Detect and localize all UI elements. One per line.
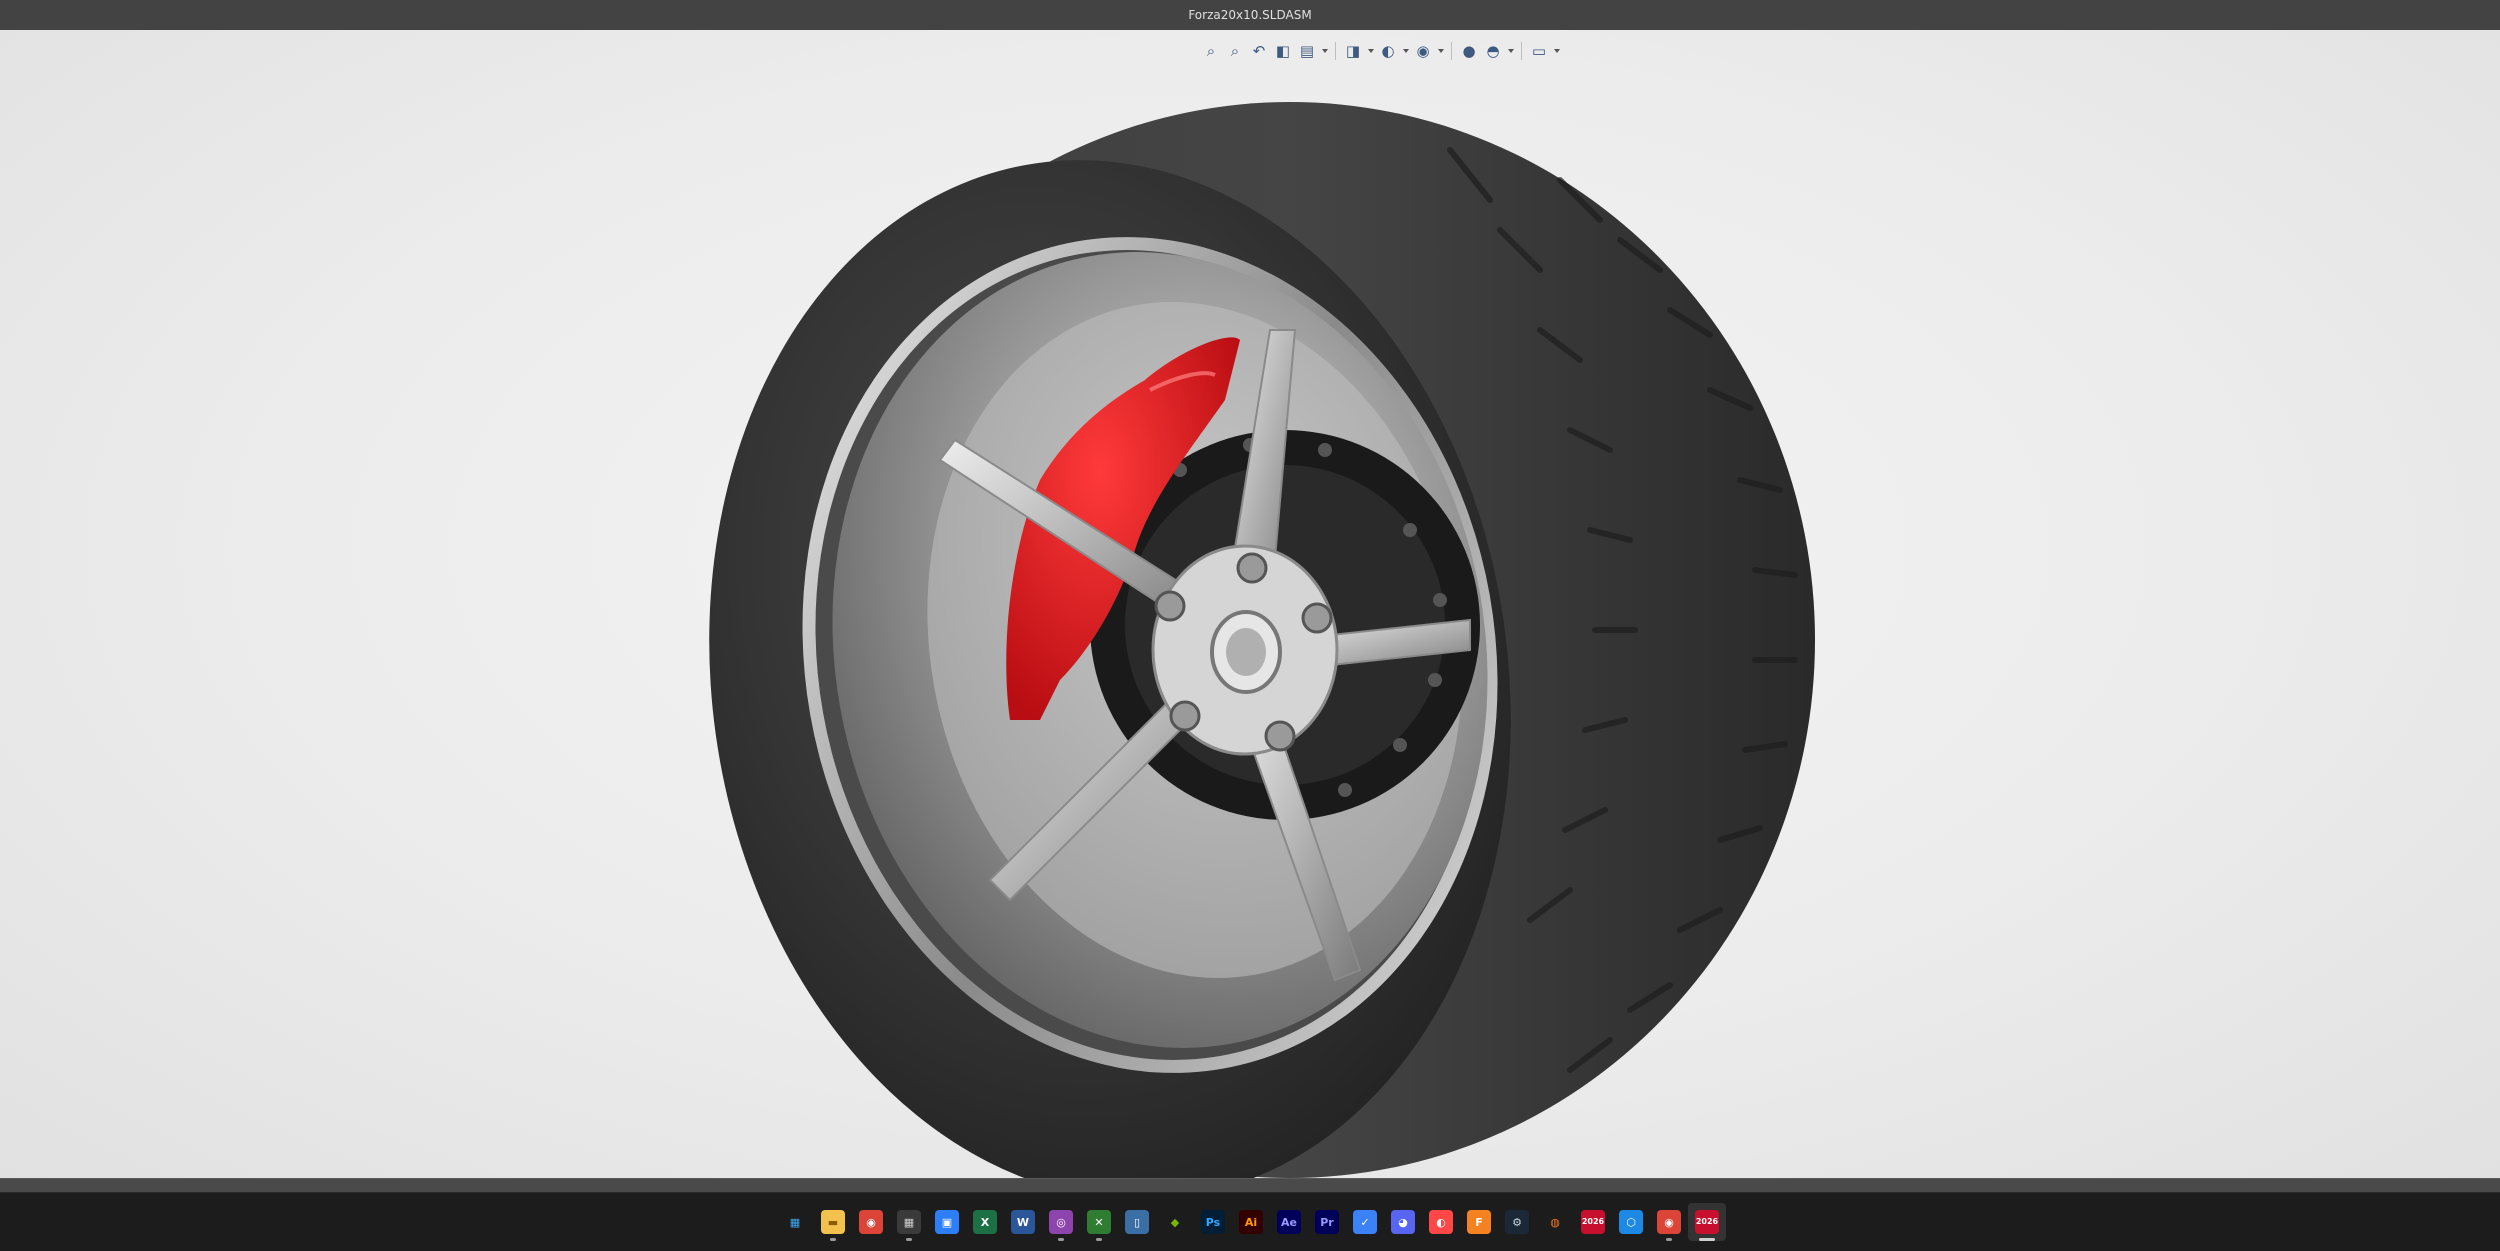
- dynamic-annotation-button[interactable]: ▤: [1296, 39, 1318, 63]
- start-taskbar-button[interactable]: ▦: [776, 1203, 814, 1241]
- view-orientation-icon: ◨: [1345, 42, 1361, 60]
- excel-taskbar-button[interactable]: X: [966, 1203, 1004, 1241]
- dropdown-caret-icon[interactable]: [1366, 39, 1375, 63]
- phone-link-taskbar-button[interactable]: ▯: [1118, 1203, 1156, 1241]
- blender-icon: ◍: [1543, 1210, 1567, 1234]
- dropdown-caret-icon[interactable]: [1552, 39, 1561, 63]
- dropdown-caret-icon[interactable]: [1401, 39, 1410, 63]
- nvidia-icon: ◆: [1163, 1210, 1187, 1234]
- xbox-icon: ✕: [1087, 1210, 1111, 1234]
- toolbar-separator: [1451, 42, 1452, 60]
- dropdown-caret-icon[interactable]: [1320, 39, 1329, 63]
- chrome-profile-taskbar-button[interactable]: ◉: [1650, 1203, 1688, 1241]
- zoom-to-fit-icon: ⌕: [1206, 42, 1216, 60]
- word-taskbar-button[interactable]: W: [1004, 1203, 1042, 1241]
- view-settings-button[interactable]: ▭: [1528, 39, 1550, 63]
- calculator-taskbar-button[interactable]: ▦: [890, 1203, 928, 1241]
- camera-app-icon: ◎: [1049, 1210, 1073, 1234]
- discord-icon: ◕: [1391, 1210, 1415, 1234]
- ea-app-icon: ◐: [1429, 1210, 1453, 1234]
- photoshop-taskbar-button[interactable]: Ps: [1194, 1203, 1232, 1241]
- illustrator-taskbar-button[interactable]: Ai: [1232, 1203, 1270, 1241]
- hide-show-items-icon: ◉: [1416, 42, 1430, 60]
- display-style-icon: ◐: [1381, 42, 1395, 60]
- view-settings-icon: ▭: [1531, 42, 1547, 60]
- steam-icon: ⚙: [1505, 1210, 1529, 1234]
- chrome-icon: ◉: [859, 1210, 883, 1234]
- illustrator-icon: Ai: [1239, 1210, 1263, 1234]
- fusion-taskbar-button[interactable]: F: [1460, 1203, 1498, 1241]
- solidworks-2026-taskbar-button[interactable]: 2026: [1574, 1203, 1612, 1241]
- windows-taskbar: ▦ ▬ ◉ ▦ ▣ X W ◎ ✕ ▯ ◆ Ps Ai Ae Pr ✓ ◕ ◐ F ⚙ ◍ 2026 ⬡ ◉ 2026: [0, 1192, 2500, 1251]
- edit-appearance-icon: ●: [1462, 42, 1476, 60]
- dropdown-caret-icon[interactable]: [1436, 39, 1445, 63]
- graphics-area[interactable]: ⌕ ⌕ ↶ ◧ ▤ ◨ ◐ ◉ ● ◓ ▭: [0, 30, 2500, 1178]
- premiere-taskbar-button[interactable]: Pr: [1308, 1203, 1346, 1241]
- phone-link-icon: ▯: [1125, 1210, 1149, 1234]
- apply-scene-button[interactable]: ◓: [1482, 39, 1504, 63]
- file-explorer-icon: ▬: [821, 1210, 845, 1234]
- solidworks-2026-running-taskbar-button[interactable]: 2026: [1688, 1203, 1726, 1241]
- mail-icon: ✓: [1353, 1210, 1377, 1234]
- view-orientation-button[interactable]: ◨: [1342, 39, 1364, 63]
- wheel-assembly-model[interactable]: [0, 30, 2500, 1178]
- zoom-to-fit-button[interactable]: ⌕: [1200, 39, 1222, 63]
- word-icon: W: [1011, 1210, 1035, 1234]
- store-icon: ▣: [935, 1210, 959, 1234]
- store-taskbar-button[interactable]: ▣: [928, 1203, 966, 1241]
- file-explorer-taskbar-button[interactable]: ▬: [814, 1203, 852, 1241]
- display-style-button[interactable]: ◐: [1377, 39, 1399, 63]
- solidworks-2026-running-icon: 2026: [1695, 1210, 1719, 1234]
- after-effects-icon: Ae: [1277, 1210, 1301, 1234]
- calculator-icon: ▦: [897, 1210, 921, 1234]
- nvidia-taskbar-button[interactable]: ◆: [1156, 1203, 1194, 1241]
- dropdown-caret-icon[interactable]: [1506, 39, 1515, 63]
- taskbar-pinned-apps: ▦ ▬ ◉ ▦ ▣ X W ◎ ✕ ▯ ◆ Ps Ai Ae Pr ✓ ◕ ◐ F ⚙ ◍ 2026 ⬡ ◉ 2026: [776, 1203, 1726, 1241]
- toolbar-separator: [1335, 42, 1336, 60]
- previous-view-button[interactable]: ↶: [1248, 39, 1270, 63]
- solidworks-2026-icon: 2026: [1581, 1210, 1605, 1234]
- zoom-to-area-button[interactable]: ⌕: [1224, 39, 1246, 63]
- start-icon: ▦: [783, 1210, 807, 1234]
- chrome-taskbar-button[interactable]: ◉: [852, 1203, 890, 1241]
- running-indicator: [1096, 1238, 1102, 1241]
- status-bar: [0, 1178, 2500, 1193]
- camera-app-taskbar-button[interactable]: ◎: [1042, 1203, 1080, 1241]
- discord-taskbar-button[interactable]: ◕: [1384, 1203, 1422, 1241]
- running-indicator: [1058, 1238, 1064, 1241]
- hide-show-items-button[interactable]: ◉: [1412, 39, 1434, 63]
- running-indicator: [830, 1238, 836, 1241]
- 3d-viewer-icon: ⬡: [1619, 1210, 1643, 1234]
- photoshop-icon: Ps: [1201, 1210, 1225, 1234]
- toolbar-separator: [1521, 42, 1522, 60]
- running-indicator: [906, 1238, 912, 1241]
- mail-taskbar-button[interactable]: ✓: [1346, 1203, 1384, 1241]
- steam-taskbar-button[interactable]: ⚙: [1498, 1203, 1536, 1241]
- dynamic-annotation-icon: ▤: [1299, 42, 1315, 60]
- running-indicator: [1699, 1238, 1715, 1241]
- previous-view-icon: ↶: [1252, 42, 1266, 60]
- 3d-viewer-taskbar-button[interactable]: ⬡: [1612, 1203, 1650, 1241]
- blender-taskbar-button[interactable]: ◍: [1536, 1203, 1574, 1241]
- window-title-bar[interactable]: Forza20x10.SLDASM: [0, 0, 2500, 31]
- ea-app-taskbar-button[interactable]: ◐: [1422, 1203, 1460, 1241]
- section-view-button[interactable]: ◧: [1272, 39, 1294, 63]
- section-view-icon: ◧: [1275, 42, 1291, 60]
- premiere-icon: Pr: [1315, 1210, 1339, 1234]
- excel-icon: X: [973, 1210, 997, 1234]
- xbox-taskbar-button[interactable]: ✕: [1080, 1203, 1118, 1241]
- window-title: Forza20x10.SLDASM: [1188, 8, 1312, 22]
- edit-appearance-button[interactable]: ●: [1458, 39, 1480, 63]
- zoom-to-area-icon: ⌕: [1230, 42, 1240, 60]
- fusion-icon: F: [1467, 1210, 1491, 1234]
- after-effects-taskbar-button[interactable]: Ae: [1270, 1203, 1308, 1241]
- heads-up-view-toolbar: ⌕ ⌕ ↶ ◧ ▤ ◨ ◐ ◉ ● ◓ ▭: [1200, 36, 1561, 66]
- apply-scene-icon: ◓: [1486, 42, 1500, 60]
- running-indicator: [1666, 1238, 1672, 1241]
- chrome-profile-icon: ◉: [1657, 1210, 1681, 1234]
